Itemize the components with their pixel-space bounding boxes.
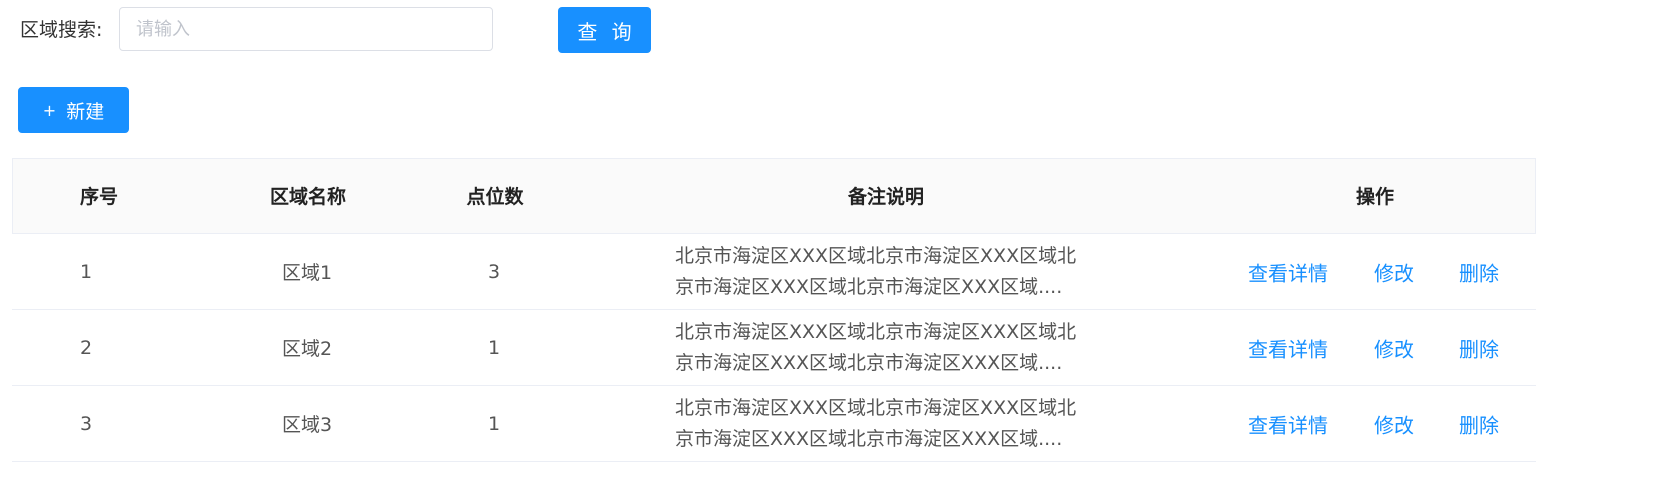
cell-remark: 北京市海淀区XXX区域北京市海淀区XXX区域北京市海淀区XXX区域北京市海淀区X… [558, 234, 1212, 309]
remark-text: 北京市海淀区XXX区域北京市海淀区XXX区域北京市海淀区XXX区域北京市海淀区X… [675, 320, 1077, 374]
edit-link[interactable]: 修改 [1374, 409, 1414, 438]
cell-index: 3 [80, 412, 93, 435]
table-header: 序号 区域名称 点位数 备注说明 操作 [12, 158, 1536, 234]
column-header-remark: 备注说明 [847, 186, 924, 208]
remark-text: 北京市海淀区XXX区域北京市海淀区XXX区域北京市海淀区XXX区域北京市海淀区X… [675, 396, 1077, 450]
new-button[interactable]: + 新建 [18, 87, 129, 133]
query-button[interactable]: 查 询 [558, 7, 651, 53]
column-header-count: 点位数 [466, 186, 524, 208]
view-details-link[interactable]: 查看详情 [1248, 333, 1328, 362]
area-table: 序号 区域名称 点位数 备注说明 操作 1 区域1 3 北京市海淀区XXX区域北… [12, 158, 1536, 462]
delete-link[interactable]: 删除 [1459, 333, 1499, 362]
cell-count: 1 [487, 412, 501, 435]
delete-link[interactable]: 删除 [1459, 257, 1499, 286]
cell-count: 1 [487, 336, 501, 359]
edit-link[interactable]: 修改 [1374, 257, 1414, 286]
view-details-link[interactable]: 查看详情 [1248, 257, 1328, 286]
search-input[interactable] [119, 7, 493, 51]
edit-link[interactable]: 修改 [1374, 333, 1414, 362]
cell-remark: 北京市海淀区XXX区域北京市海淀区XXX区域北京市海淀区XXX区域北京市海淀区X… [558, 310, 1212, 385]
new-button-label: 新建 [66, 100, 105, 123]
view-details-link[interactable]: 查看详情 [1248, 409, 1328, 438]
plus-icon: + [42, 100, 57, 120]
table-row: 1 区域1 3 北京市海淀区XXX区域北京市海淀区XXX区域北京市海淀区XXX区… [12, 234, 1536, 310]
cell-index: 1 [80, 260, 93, 283]
remark-text: 北京市海淀区XXX区域北京市海淀区XXX区域北京市海淀区XXX区域北京市海淀区X… [675, 244, 1077, 298]
cell-name: 区域2 [281, 338, 333, 360]
cell-name: 区域1 [281, 262, 333, 284]
cell-count: 3 [487, 260, 501, 283]
search-label: 区域搜索: [20, 19, 103, 41]
cell-ops: 查看详情 修改 删除 [1212, 310, 1536, 385]
table-row: 3 区域3 1 北京市海淀区XXX区域北京市海淀区XXX区域北京市海淀区XXX区… [12, 386, 1536, 462]
cell-name: 区域3 [281, 414, 333, 436]
column-header-name: 区域名称 [269, 186, 346, 208]
cell-ops: 查看详情 修改 删除 [1212, 234, 1536, 309]
cell-index: 2 [80, 336, 93, 359]
table-row: 2 区域2 1 北京市海淀区XXX区域北京市海淀区XXX区域北京市海淀区XXX区… [12, 310, 1536, 386]
column-header-index: 序号 [79, 186, 118, 208]
delete-link[interactable]: 删除 [1459, 409, 1499, 438]
cell-remark: 北京市海淀区XXX区域北京市海淀区XXX区域北京市海淀区XXX区域北京市海淀区X… [558, 386, 1212, 461]
column-header-ops: 操作 [1355, 186, 1394, 208]
search-bar: 区域搜索: 查 询 [0, 0, 1654, 60]
cell-ops: 查看详情 修改 删除 [1212, 386, 1536, 461]
